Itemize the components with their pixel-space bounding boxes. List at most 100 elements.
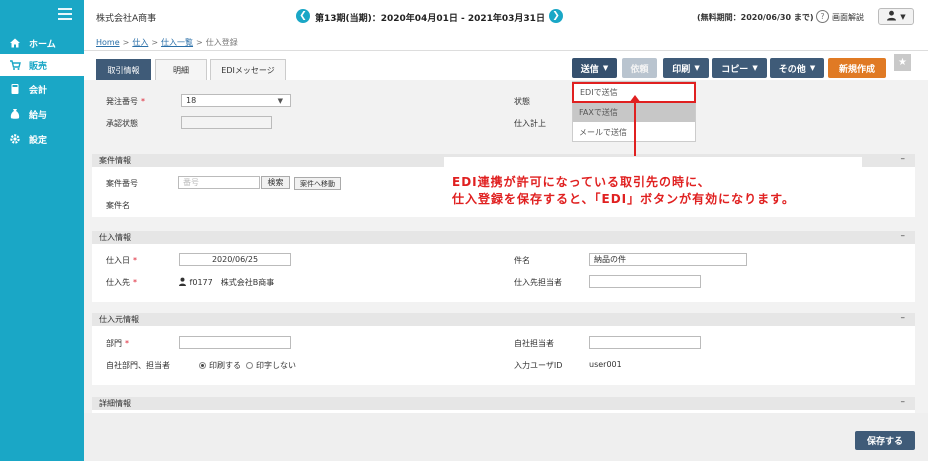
header: 株式会社A商事 ❮ 第13期(当期)：2020年04月01日 - 2021年03…	[84, 0, 928, 33]
approval-status-label: 承認状態	[106, 119, 138, 128]
sidebar-item-settings[interactable]: 設定	[0, 128, 84, 150]
subject-label: 件名	[514, 256, 530, 265]
home-icon	[9, 37, 21, 49]
status-label: 状態	[514, 97, 530, 106]
breadcrumb-home[interactable]: Home	[96, 38, 120, 47]
radio-empty-icon	[246, 362, 253, 369]
purchase-date-label: 仕入日 *	[106, 256, 137, 265]
order-number-select[interactable]: 18 ▼	[181, 94, 291, 107]
tab-details[interactable]: 明細	[155, 59, 207, 80]
order-number-value: 18	[186, 96, 197, 105]
department-input[interactable]	[179, 336, 291, 349]
star-icon: ★	[898, 57, 907, 68]
supplier-value[interactable]: f0177 株式会社B商事	[178, 277, 274, 288]
fiscal-period: 第13期(当期)：2020年04月01日 - 2021年03月31日	[315, 14, 545, 24]
case-number-label: 案件番号	[106, 179, 138, 188]
previous-period-button[interactable]: ❮	[296, 9, 310, 23]
own-contact-label: 自社担当者	[514, 339, 554, 348]
person-icon	[178, 277, 187, 287]
own-contact-input[interactable]	[589, 336, 701, 349]
sidebar-item-payroll[interactable]: 給与	[0, 103, 84, 125]
approval-status-field	[181, 116, 272, 129]
supplier-label: 仕入先 *	[106, 278, 137, 287]
case-name-label: 案件名	[106, 201, 130, 210]
section-title: 仕入元情報	[99, 315, 139, 324]
case-number-placeholder: 番号	[183, 178, 199, 187]
annotation-callout: EDI連携が許可になっている取引先の時に、 仕入登録を保存すると、「EDI」ボタ…	[444, 157, 862, 217]
collapse-icon[interactable]: –	[901, 397, 906, 407]
annotation-line-2: 仕入登録を保存すると、「EDI」ボタンが有効になります。	[452, 192, 795, 206]
save-button[interactable]: 保存する	[855, 431, 915, 450]
gear-icon	[9, 133, 21, 145]
bookmark-star-button[interactable]: ★	[894, 54, 911, 71]
copy-button-label: コピー	[721, 64, 749, 75]
money-bag-icon	[9, 108, 21, 120]
send-button-label: 送信	[580, 64, 599, 75]
help-icon[interactable]: ?	[816, 10, 829, 23]
section-title: 詳細情報	[99, 399, 131, 408]
order-number-label: 発注番号 *	[106, 97, 145, 106]
print-on-label: 印刷する	[209, 361, 241, 370]
next-period-button[interactable]: ❯	[549, 9, 563, 23]
send-button[interactable]: 送信 ▼	[572, 58, 617, 78]
tab-transaction-info[interactable]: 取引情報	[96, 59, 151, 80]
calculator-icon	[9, 83, 21, 95]
stock-recorded-label: 仕入計上	[514, 119, 546, 128]
collapse-icon[interactable]: –	[901, 154, 906, 164]
purchase-date-input[interactable]: 2020/06/25	[179, 253, 291, 266]
print-on-radio[interactable]: 印刷する	[199, 360, 241, 371]
breadcrumb-current: 仕入登録	[205, 38, 238, 47]
print-off-label: 印字しない	[256, 361, 296, 370]
annotation-arrow	[634, 100, 636, 156]
company-name: 株式会社A商事	[96, 14, 157, 24]
footer-bar	[84, 413, 928, 461]
breadcrumb-purchase[interactable]: 仕入	[132, 38, 148, 47]
sidebar-item-sales[interactable]: 販売	[0, 54, 84, 76]
help-link[interactable]: 画面解説	[832, 12, 864, 23]
sidebar: ホーム 販売 会計 給与 設定	[0, 0, 84, 461]
arrow-up-icon	[629, 95, 641, 103]
new-create-button[interactable]: 新規作成	[828, 58, 886, 78]
origin-info-header: 仕入元情報 –	[92, 313, 915, 326]
copy-button[interactable]: コピー ▼	[712, 58, 767, 78]
collapse-icon[interactable]: –	[901, 231, 906, 241]
supplier-contact-input[interactable]	[589, 275, 701, 288]
caret-down-icon: ▼	[809, 64, 816, 72]
other-button-label: その他	[778, 64, 806, 75]
chevron-right-icon: ❯	[552, 11, 560, 21]
collapse-icon[interactable]: –	[901, 313, 906, 323]
annotation-line-1: EDI連携が許可になっている取引先の時に、	[452, 175, 711, 189]
print-button[interactable]: 印刷 ▼	[663, 58, 709, 78]
menu-toggle-icon[interactable]	[58, 8, 72, 20]
cart-icon	[9, 59, 21, 71]
user-icon	[886, 10, 897, 24]
print-off-radio[interactable]: 印字しない	[246, 360, 296, 371]
case-number-input[interactable]: 番号	[178, 176, 260, 189]
detail-info-header: 詳細情報 –	[92, 397, 915, 410]
breadcrumb-purchase-list[interactable]: 仕入一覧	[161, 38, 193, 47]
sidebar-item-label: 会計	[29, 85, 48, 96]
sidebar-item-label: 給与	[29, 110, 48, 121]
sidebar-item-label: 販売	[29, 61, 48, 72]
print-department-label: 自社部門、担当者	[106, 361, 170, 370]
sidebar-item-home[interactable]: ホーム	[0, 32, 84, 54]
tab-edi-message[interactable]: EDIメッセージ	[210, 59, 286, 80]
subject-input[interactable]: 納品の件	[589, 253, 747, 266]
trial-period: (無料期間：2020/06/30 まで)	[697, 13, 814, 22]
sidebar-item-accounting[interactable]: 会計	[0, 78, 84, 100]
print-button-label: 印刷	[672, 64, 691, 75]
caret-down-icon: ▼	[694, 64, 700, 72]
request-button[interactable]: 依頼	[622, 58, 657, 78]
origin-info-body	[92, 326, 915, 385]
user-menu-button[interactable]: ▼	[878, 8, 914, 25]
go-to-case-button[interactable]: 案件へ移動	[294, 177, 341, 190]
department-label: 部門 *	[106, 339, 129, 348]
radio-selected-icon	[199, 362, 206, 369]
caret-down-icon: ▼	[752, 64, 758, 72]
other-button[interactable]: その他 ▼	[770, 58, 824, 78]
section-title: 案件情報	[99, 156, 131, 165]
purchase-info-header: 仕入情報 –	[92, 231, 915, 244]
divider	[84, 50, 928, 51]
case-search-button[interactable]: 検索	[261, 176, 290, 189]
section-title: 仕入情報	[99, 233, 131, 242]
